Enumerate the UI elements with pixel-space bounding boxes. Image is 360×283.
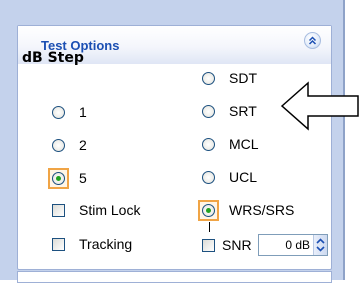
snr-checkbox[interactable]: SNR <box>198 234 252 256</box>
snr-label: SNR <box>222 237 252 253</box>
radio-button[interactable] <box>202 71 215 85</box>
test-option-ucl[interactable]: UCL <box>198 166 257 188</box>
next-panel-edge <box>17 271 332 283</box>
stim-lock-label: Stim Lock <box>79 202 141 218</box>
double-chevron-up-icon <box>308 36 317 45</box>
test-option-label: SDT <box>229 70 257 86</box>
test-option-sdt[interactable]: SDT <box>198 67 257 89</box>
db-step-option-5[interactable]: 5 <box>48 167 87 189</box>
test-option-wrs-srs[interactable]: WRS/SRS <box>198 199 294 221</box>
divider-tick <box>209 222 210 232</box>
tracking-checkbox[interactable]: Tracking <box>48 233 132 255</box>
snr-value[interactable]: 0 dB <box>259 238 313 252</box>
radio-button[interactable] <box>202 170 215 184</box>
radio-button[interactable] <box>202 104 215 118</box>
radio-button[interactable] <box>202 137 215 151</box>
radio-button-selected[interactable] <box>202 203 215 217</box>
db-step-option-label: 1 <box>79 104 87 120</box>
stim-lock-checkbox[interactable]: Stim Lock <box>48 199 140 221</box>
collapse-button[interactable] <box>304 32 321 49</box>
db-step-option-2[interactable]: 2 <box>48 134 87 156</box>
test-option-label: WRS/SRS <box>229 202 295 218</box>
test-option-label: SRT <box>229 103 257 119</box>
hollow-left-arrow-icon <box>280 81 359 131</box>
db-step-option-label: 2 <box>79 137 87 153</box>
tracking-label: Tracking <box>79 236 133 252</box>
test-option-label: MCL <box>229 136 259 152</box>
focus-ring <box>48 167 69 189</box>
radio-button[interactable] <box>52 138 65 152</box>
test-option-srt[interactable]: SRT <box>198 100 257 122</box>
snr-spinner[interactable]: 0 dB <box>258 234 328 256</box>
radio-button-selected[interactable] <box>52 171 65 185</box>
test-option-mcl[interactable]: MCL <box>198 133 259 155</box>
db-step-option-1[interactable]: 1 <box>48 101 87 123</box>
spinner-up-down-icon[interactable] <box>315 236 326 254</box>
test-option-label: UCL <box>229 169 258 185</box>
spinner-buttons[interactable] <box>313 235 327 255</box>
checkbox[interactable] <box>52 237 65 251</box>
radio-button[interactable] <box>52 105 65 119</box>
checkbox[interactable] <box>52 203 65 217</box>
checkbox[interactable] <box>202 238 215 252</box>
db-step-label: dB Step <box>22 50 84 66</box>
focus-ring <box>198 199 219 221</box>
db-step-option-label: 5 <box>79 170 87 186</box>
